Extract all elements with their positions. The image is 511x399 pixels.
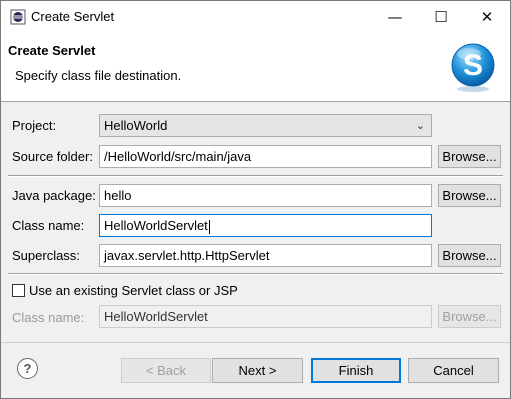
close-icon: ✕ <box>480 7 494 26</box>
next-button[interactable]: Next > <box>212 358 303 383</box>
project-select[interactable]: HelloWorld ⌄ <box>99 114 432 137</box>
logo-letter: S <box>463 49 483 82</box>
help-button[interactable]: ? <box>17 358 38 379</box>
footer-divider <box>1 342 510 343</box>
project-select-value: HelloWorld <box>104 118 168 133</box>
text-caret <box>208 219 210 234</box>
java-package-label: Java package: <box>12 188 96 203</box>
maximize-button[interactable]: ☐ <box>418 1 464 32</box>
class-name-input[interactable]: HelloWorldServlet <box>99 214 432 237</box>
window-title: Create Servlet <box>31 9 115 24</box>
finish-button[interactable]: Finish <box>311 358 401 383</box>
use-existing-label[interactable]: Use an existing Servlet class or JSP <box>29 283 238 298</box>
minimize-icon: — <box>387 7 403 26</box>
help-icon: ? <box>23 361 32 376</box>
browse-existing-class-button[interactable]: Browse... <box>438 305 501 328</box>
browse-source-folder-button[interactable]: Browse... <box>438 145 501 168</box>
minimize-button[interactable]: — <box>372 1 418 32</box>
browse-superclass-button[interactable]: Browse... <box>438 244 501 267</box>
superclass-input[interactable]: javax.servlet.http.HttpServlet <box>99 244 432 267</box>
existing-class-name-label: Class name: <box>12 310 85 325</box>
use-existing-checkbox[interactable] <box>12 284 25 297</box>
close-button[interactable]: ✕ <box>464 1 510 32</box>
wizard-header: Create Servlet Specify class file destin… <box>1 32 510 102</box>
eclipse-app-icon <box>10 9 26 25</box>
wizard-page-title: Create Servlet <box>8 43 96 58</box>
maximize-icon: ☐ <box>434 7 448 26</box>
title-bar: Create Servlet — ☐ ✕ <box>1 1 510 32</box>
class-name-label: Class name: <box>12 218 85 233</box>
class-name-value: HelloWorldServlet <box>104 218 208 233</box>
source-folder-input[interactable]: /HelloWorld/src/main/java <box>99 145 432 168</box>
project-label: Project: <box>12 118 57 133</box>
chevron-down-icon: ⌄ <box>415 119 425 132</box>
separator <box>8 273 503 275</box>
source-folder-label: Source folder: <box>12 149 93 164</box>
create-servlet-dialog: Create Servlet — ☐ ✕ Create Servlet Spec… <box>0 0 511 399</box>
servlet-wizard-logo-icon: S <box>451 43 495 92</box>
cancel-button[interactable]: Cancel <box>408 358 499 383</box>
existing-class-name-input[interactable]: HelloWorldServlet <box>99 305 432 328</box>
superclass-label: Superclass: <box>12 248 80 263</box>
back-button[interactable]: < Back <box>121 358 211 383</box>
separator <box>8 175 503 177</box>
wizard-page-message: Specify class file destination. <box>15 68 182 83</box>
browse-java-package-button[interactable]: Browse... <box>438 184 501 207</box>
java-package-input[interactable]: hello <box>99 184 432 207</box>
